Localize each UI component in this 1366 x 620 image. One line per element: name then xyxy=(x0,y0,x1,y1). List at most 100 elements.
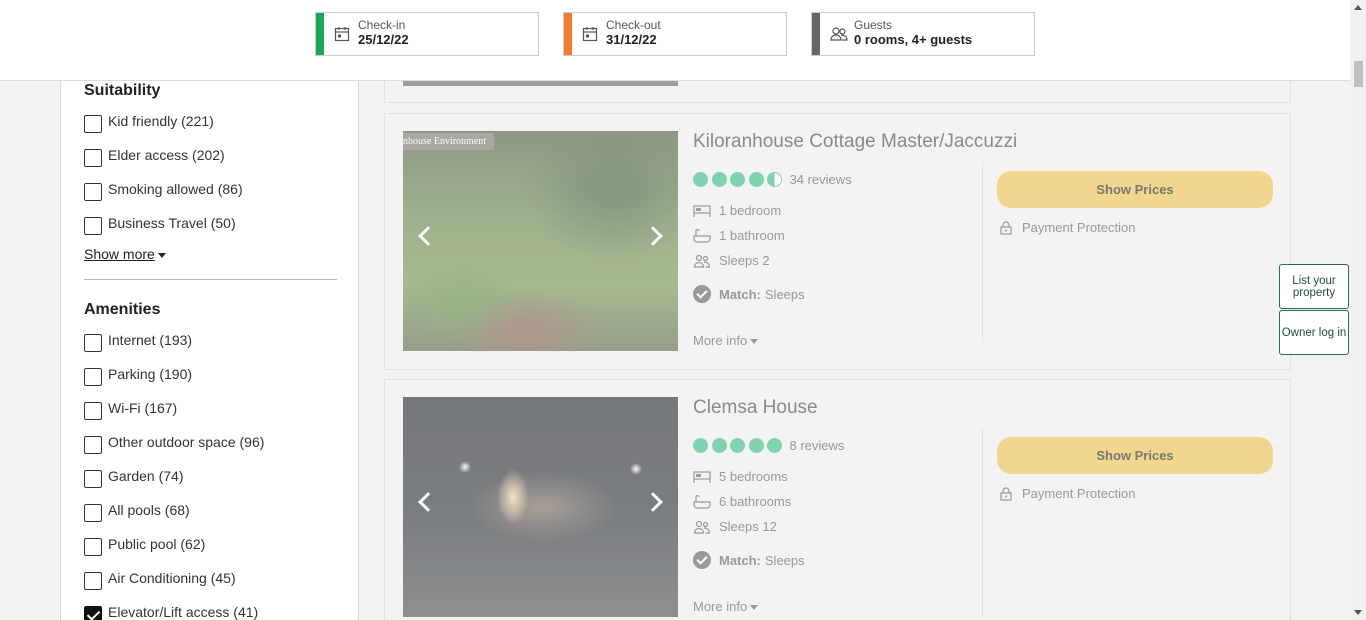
review-count[interactable]: 34 reviews xyxy=(790,172,852,187)
more-info-link[interactable]: More info xyxy=(693,333,759,348)
bed-icon xyxy=(693,470,711,483)
people-icon xyxy=(693,254,711,268)
listing-card: Clemsa House 8 reviews 5 bedrooms 6 bath… xyxy=(384,379,1291,620)
match-label: Match: xyxy=(719,286,761,302)
caret-down-icon xyxy=(750,339,759,345)
more-info-link[interactable]: More info xyxy=(693,599,759,614)
checkbox[interactable] xyxy=(84,402,102,420)
calendar-icon xyxy=(582,27,598,42)
checkout-stripe xyxy=(564,13,572,55)
people-icon xyxy=(693,520,711,534)
listing-title[interactable]: Clemsa House xyxy=(693,397,818,419)
sleeps-feature: Sleeps 12 xyxy=(693,519,777,534)
list-your-property-button[interactable]: List your property xyxy=(1279,264,1349,309)
filter-outdoor-space[interactable]: Other outdoor space (96) xyxy=(84,434,264,454)
filter-label: Internet (193) xyxy=(108,332,193,348)
checkbox[interactable] xyxy=(84,183,102,201)
listing-photo[interactable]: nhouse Environment xyxy=(403,131,678,351)
scroll-up-arrow-icon[interactable] xyxy=(1354,5,1362,10)
guests-field[interactable]: Guests 0 rooms, 4+ guests xyxy=(811,12,1035,56)
payment-protection: Payment Protection xyxy=(1000,220,1135,235)
rating-dot-icon xyxy=(748,438,764,453)
caret-down-icon xyxy=(157,252,166,258)
filter-internet[interactable]: Internet (193) xyxy=(84,332,192,352)
filter-label: Other outdoor space (96) xyxy=(108,434,265,450)
guests-label: Guests xyxy=(854,18,893,32)
listing-card: nhouse Environment Kiloranhouse Cottage … xyxy=(384,113,1291,370)
filter-label: Smoking allowed (86) xyxy=(108,181,243,197)
filter-label: Wi-Fi (167) xyxy=(108,400,178,416)
guests-stripe xyxy=(812,13,820,55)
filter-label: Garden (74) xyxy=(108,468,184,484)
checkout-field[interactable]: Check-out 31/12/22 xyxy=(563,12,787,56)
match-indicator: Match: Sleeps xyxy=(693,551,805,569)
checkbox[interactable] xyxy=(84,538,102,556)
more-info-label: More info xyxy=(693,333,748,348)
filter-all-pools[interactable]: All pools (68) xyxy=(84,502,190,522)
bathrooms-text: 6 bathrooms xyxy=(719,494,792,509)
bathrooms-feature: 1 bathroom xyxy=(693,228,785,243)
review-count[interactable]: 8 reviews xyxy=(790,438,845,453)
filter-sidebar: Suitability Kid friendly (221) Elder acc… xyxy=(60,81,359,620)
rating-dot-icon xyxy=(711,172,727,187)
rating-dot-icon xyxy=(730,438,745,453)
checkin-stripe xyxy=(316,13,324,55)
check-circle-icon xyxy=(693,285,711,303)
filter-elevator-access[interactable]: Elevator/Lift access (41) xyxy=(84,604,258,620)
filter-smoking-allowed[interactable]: Smoking allowed (86) xyxy=(84,181,243,201)
match-indicator: Match: Sleeps xyxy=(693,285,805,303)
prev-photo-arrow-icon[interactable] xyxy=(418,492,438,512)
rating: 8 reviews xyxy=(693,438,844,453)
bedrooms-text: 5 bedrooms xyxy=(719,469,788,484)
filter-kid-friendly[interactable]: Kid friendly (221) xyxy=(84,113,214,133)
filter-public-pool[interactable]: Public pool (62) xyxy=(84,536,205,556)
checkbox[interactable] xyxy=(84,470,102,488)
filter-label: Elevator/Lift access (41) xyxy=(108,604,259,620)
listing-title[interactable]: Kiloranhouse Cottage Master/Jaccuzzi xyxy=(693,131,1017,153)
bathtub-icon xyxy=(693,228,711,243)
lock-icon xyxy=(1000,220,1012,235)
filter-label: All pools (68) xyxy=(108,502,190,518)
filter-business-travel[interactable]: Business Travel (50) xyxy=(84,215,236,235)
checkbox[interactable] xyxy=(84,436,102,454)
divider xyxy=(84,279,337,280)
rating-dot-icon xyxy=(711,438,727,453)
show-prices-button[interactable]: Show Prices xyxy=(997,171,1273,208)
show-more-label: Show more xyxy=(84,246,155,262)
more-info-label: More info xyxy=(693,599,748,614)
checkbox[interactable] xyxy=(84,115,102,133)
next-photo-arrow-icon[interactable] xyxy=(643,226,663,246)
show-prices-button[interactable]: Show Prices xyxy=(997,437,1273,474)
checkbox[interactable] xyxy=(84,368,102,386)
filter-garden[interactable]: Garden (74) xyxy=(84,468,183,488)
check-circle-icon xyxy=(693,551,711,569)
filter-wifi[interactable]: Wi-Fi (167) xyxy=(84,400,177,420)
checkbox-checked[interactable] xyxy=(84,606,102,620)
scrollbar-thumb[interactable] xyxy=(1354,61,1363,87)
filter-air-conditioning[interactable]: Air Conditioning (45) xyxy=(84,570,236,590)
filter-elder-access[interactable]: Elder access (202) xyxy=(84,147,225,167)
checkbox[interactable] xyxy=(84,149,102,167)
checkin-field[interactable]: Check-in 25/12/22 xyxy=(315,12,539,56)
page-scrollbar[interactable] xyxy=(1350,0,1366,620)
checkbox[interactable] xyxy=(84,572,102,590)
checkbox[interactable] xyxy=(84,334,102,352)
next-photo-arrow-icon[interactable] xyxy=(643,492,663,512)
owner-login-button[interactable]: Owner log in xyxy=(1279,310,1349,355)
payment-protection-text: Payment Protection xyxy=(1022,486,1136,501)
checkbox[interactable] xyxy=(84,504,102,522)
scroll-down-arrow-icon[interactable] xyxy=(1354,610,1362,615)
suitability-heading: Suitability xyxy=(84,82,161,99)
filter-parking[interactable]: Parking (190) xyxy=(84,366,192,386)
listing-photo[interactable] xyxy=(403,397,678,617)
show-more-link[interactable]: Show more xyxy=(84,246,166,262)
checkbox[interactable] xyxy=(84,217,102,235)
bathtub-icon xyxy=(693,494,711,509)
guests-value: 0 rooms, 4+ guests xyxy=(854,32,973,47)
caret-down-icon xyxy=(750,605,759,611)
divider xyxy=(982,428,983,618)
filter-label: Parking (190) xyxy=(108,366,193,382)
prev-photo-arrow-icon[interactable] xyxy=(418,226,438,246)
filter-label: Kid friendly (221) xyxy=(108,113,214,129)
rating-dot-icon xyxy=(693,172,708,187)
